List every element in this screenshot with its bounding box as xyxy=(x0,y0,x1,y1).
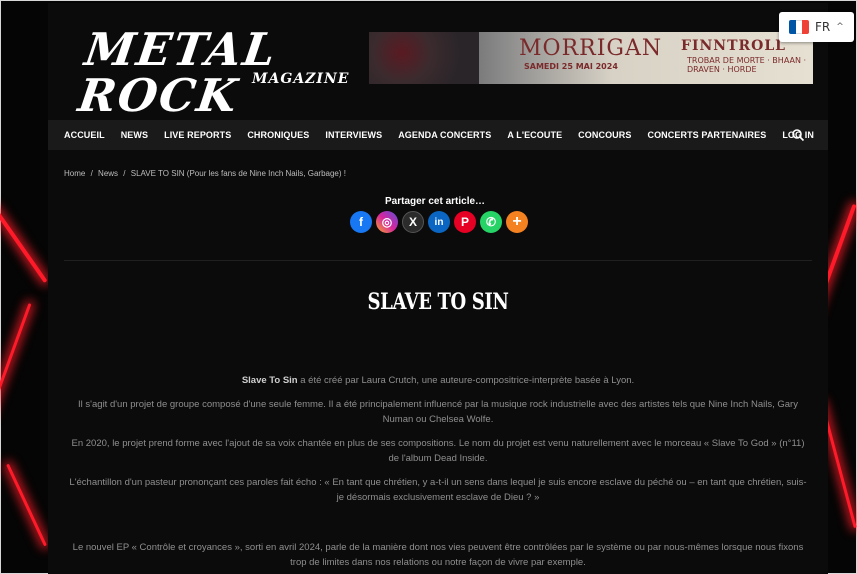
banner-lineup: TROBAR DE MORTE · BHAAN · DRAVEN · HORDE xyxy=(687,56,807,74)
breadcrumb-separator: / xyxy=(90,169,93,178)
x-icon[interactable]: X xyxy=(402,211,424,233)
share-title: Partager cet article… xyxy=(385,196,486,207)
nav-item-chroniques[interactable]: CHRONIQUES xyxy=(247,130,309,140)
instagram-icon[interactable]: ◎ xyxy=(376,211,398,233)
linkedin-icon[interactable]: in xyxy=(428,211,450,233)
search-icon[interactable] xyxy=(791,128,805,142)
language-code: FR xyxy=(815,20,831,34)
nav-item-accueil[interactable]: ACCUEIL xyxy=(64,130,105,140)
france-flag-icon xyxy=(789,20,809,34)
nav-item-concours[interactable]: CONCOURS xyxy=(578,130,631,140)
nav-item-live-reports[interactable]: LIVE REPORTS xyxy=(164,130,231,140)
article-paragraph-3: En 2020, le projet prend forme avec l'aj… xyxy=(71,438,805,464)
breadcrumb: Home / News / SLAVE TO SIN (Pour les fan… xyxy=(64,169,349,178)
article-paragraph-4: L'échantillon d'un pasteur prononçant ce… xyxy=(69,477,807,503)
article-paragraph-1: Slave To Sin a été créé par Laura Crutch… xyxy=(68,373,808,388)
language-selector[interactable]: FR ^ xyxy=(779,12,854,42)
article-paragraph-5: Le nouvel EP « Contrôle et croyances », … xyxy=(72,542,804,568)
main-navigation: ACCUEIL NEWS LIVE REPORTS CHRONIQUES INT… xyxy=(48,120,828,150)
banner-band: FINNTROLL xyxy=(681,38,787,54)
banner-rose-artwork xyxy=(369,32,479,84)
article-bold-name: Slave To Sin xyxy=(241,375,298,386)
nav-item-agenda-concerts[interactable]: AGENDA CONCERTS xyxy=(398,130,491,140)
chevron-up-icon: ^ xyxy=(836,22,844,32)
more-share-icon[interactable]: + xyxy=(506,211,528,233)
pinterest-icon[interactable]: P xyxy=(454,211,476,233)
banner-date: SAMEDI 25 MAI 2024 xyxy=(524,62,618,71)
nav-item-news[interactable]: NEWS xyxy=(121,130,148,140)
article-paragraph-1-text: a été créé par Laura Crutch, une auteure… xyxy=(297,375,635,386)
article-paragraph-2: Il s'agit d'un projet de groupe composé … xyxy=(78,399,798,425)
ad-banner[interactable]: MORRIGAN SAMEDI 25 MAI 2024 FINNTROLL TR… xyxy=(369,32,813,84)
content-divider xyxy=(64,260,812,261)
breadcrumb-current: SLAVE TO SIN (Pour les fans de Nine Inch… xyxy=(130,169,346,178)
nav-item-interviews[interactable]: INTERVIEWS xyxy=(325,130,382,140)
nav-item-a-lecoute[interactable]: A L'ECOUTE xyxy=(507,130,562,140)
site-logo[interactable]: METAL ROCK MAGAZINE xyxy=(75,23,348,122)
page-container: METAL ROCK MAGAZINE MORRIGAN SAMEDI 25 M… xyxy=(48,3,828,574)
share-buttons: f ◎ X in P ✆ + xyxy=(350,211,528,233)
nav-item-concerts-partenaires[interactable]: CONCERTS PARTENAIRES xyxy=(647,130,766,140)
logo-sub-text: MAGAZINE xyxy=(252,71,350,87)
facebook-icon[interactable]: f xyxy=(350,211,372,233)
article-title: SLAVE TO SIN xyxy=(367,289,509,315)
breadcrumb-separator: / xyxy=(123,169,126,178)
breadcrumb-news[interactable]: News xyxy=(98,169,118,178)
whatsapp-icon[interactable]: ✆ xyxy=(480,211,502,233)
banner-headline: MORRIGAN xyxy=(519,36,663,61)
breadcrumb-home[interactable]: Home xyxy=(64,169,85,178)
